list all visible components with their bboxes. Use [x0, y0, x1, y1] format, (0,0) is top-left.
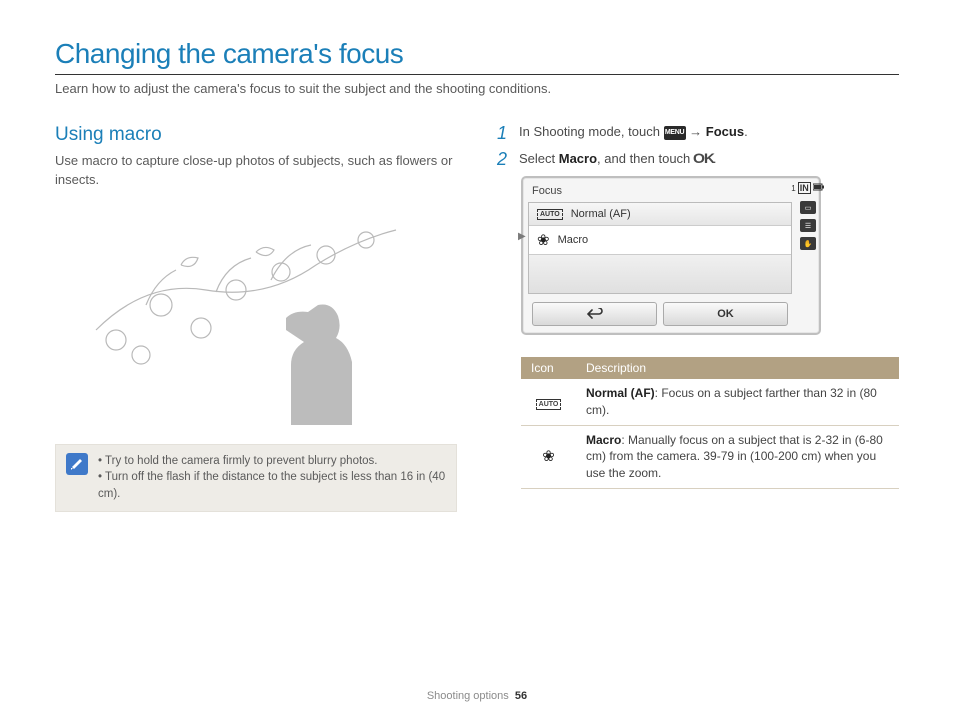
screen-title: Focus: [528, 183, 792, 202]
back-button[interactable]: [532, 302, 657, 326]
table-header-desc: Description: [576, 357, 899, 379]
option-label: Normal (AF): [571, 208, 631, 220]
desc-text: : Manually focus on a subject that is 2-…: [586, 433, 883, 481]
battery-icon: [813, 183, 825, 193]
step-1: 1 In Shooting mode, touch MENU → Focus.: [497, 124, 899, 142]
camera-screen: Focus AUTO Normal (AF) ▶ ❀ Macro: [521, 176, 821, 335]
macro-illustration: [86, 210, 426, 430]
icon-description-table: Icon Description AUTO Normal (AF): Focus…: [521, 357, 899, 489]
step-text: Select: [519, 151, 559, 166]
side-indicator-icon: ✋: [800, 237, 816, 250]
step-target: Macro: [559, 151, 597, 166]
step-target: Focus: [706, 124, 744, 139]
note-icon: [66, 453, 88, 475]
auto-icon: AUTO: [537, 209, 563, 220]
section-intro: Use macro to capture close-up photos of …: [55, 152, 457, 190]
desc-bold: Macro: [586, 433, 621, 447]
option-blank: [529, 255, 791, 293]
ok-button[interactable]: OK: [663, 302, 788, 326]
memory-icon: IN: [798, 182, 811, 194]
note-box: Try to hold the camera firmly to prevent…: [55, 444, 457, 512]
ok-icon: OK: [693, 150, 714, 166]
section-title: Using macro: [55, 124, 457, 146]
step-text: In Shooting mode, touch: [519, 124, 664, 139]
option-label: Macro: [558, 234, 589, 246]
macro-icon: ❀: [537, 231, 550, 249]
side-count: 1: [791, 184, 795, 193]
macro-icon: ❀: [542, 448, 555, 465]
step-number: 1: [497, 124, 511, 142]
page-footer: Shooting options 56: [0, 690, 954, 702]
step-arrow: →: [689, 124, 706, 139]
side-indicator-icon: ▭: [800, 201, 816, 214]
left-column: Using macro Use macro to capture close-u…: [55, 124, 457, 512]
note-item: Turn off the flash if the distance to th…: [98, 469, 446, 502]
footer-page-number: 56: [515, 690, 527, 702]
right-column: 1 In Shooting mode, touch MENU → Focus. …: [497, 124, 899, 512]
option-normal[interactable]: AUTO Normal (AF): [529, 203, 791, 226]
option-macro[interactable]: ▶ ❀ Macro: [529, 226, 791, 255]
step-2: 2 Select Macro, and then touch OK.: [497, 150, 899, 168]
screen-sidebar: 1 IN ▭ ☰ ✋: [797, 178, 819, 333]
selection-arrow-icon: ▶: [518, 231, 526, 242]
footer-section: Shooting options: [427, 690, 509, 702]
page-intro: Learn how to adjust the camera's focus t…: [55, 81, 899, 96]
table-row: ❀ Macro: Manually focus on a subject tha…: [521, 425, 899, 488]
table-header-icon: Icon: [521, 357, 576, 379]
step-post: .: [744, 124, 748, 139]
auto-icon: AUTO: [536, 399, 562, 410]
side-indicator-icon: ☰: [800, 219, 816, 232]
desc-bold: Normal (AF): [586, 386, 655, 400]
page-title: Changing the camera's focus: [55, 38, 899, 75]
menu-icon: MENU: [664, 126, 686, 140]
step-number: 2: [497, 150, 511, 168]
note-item: Try to hold the camera firmly to prevent…: [98, 453, 446, 470]
table-row: AUTO Normal (AF): Focus on a subject far…: [521, 379, 899, 425]
step-text: , and then touch: [597, 151, 694, 166]
